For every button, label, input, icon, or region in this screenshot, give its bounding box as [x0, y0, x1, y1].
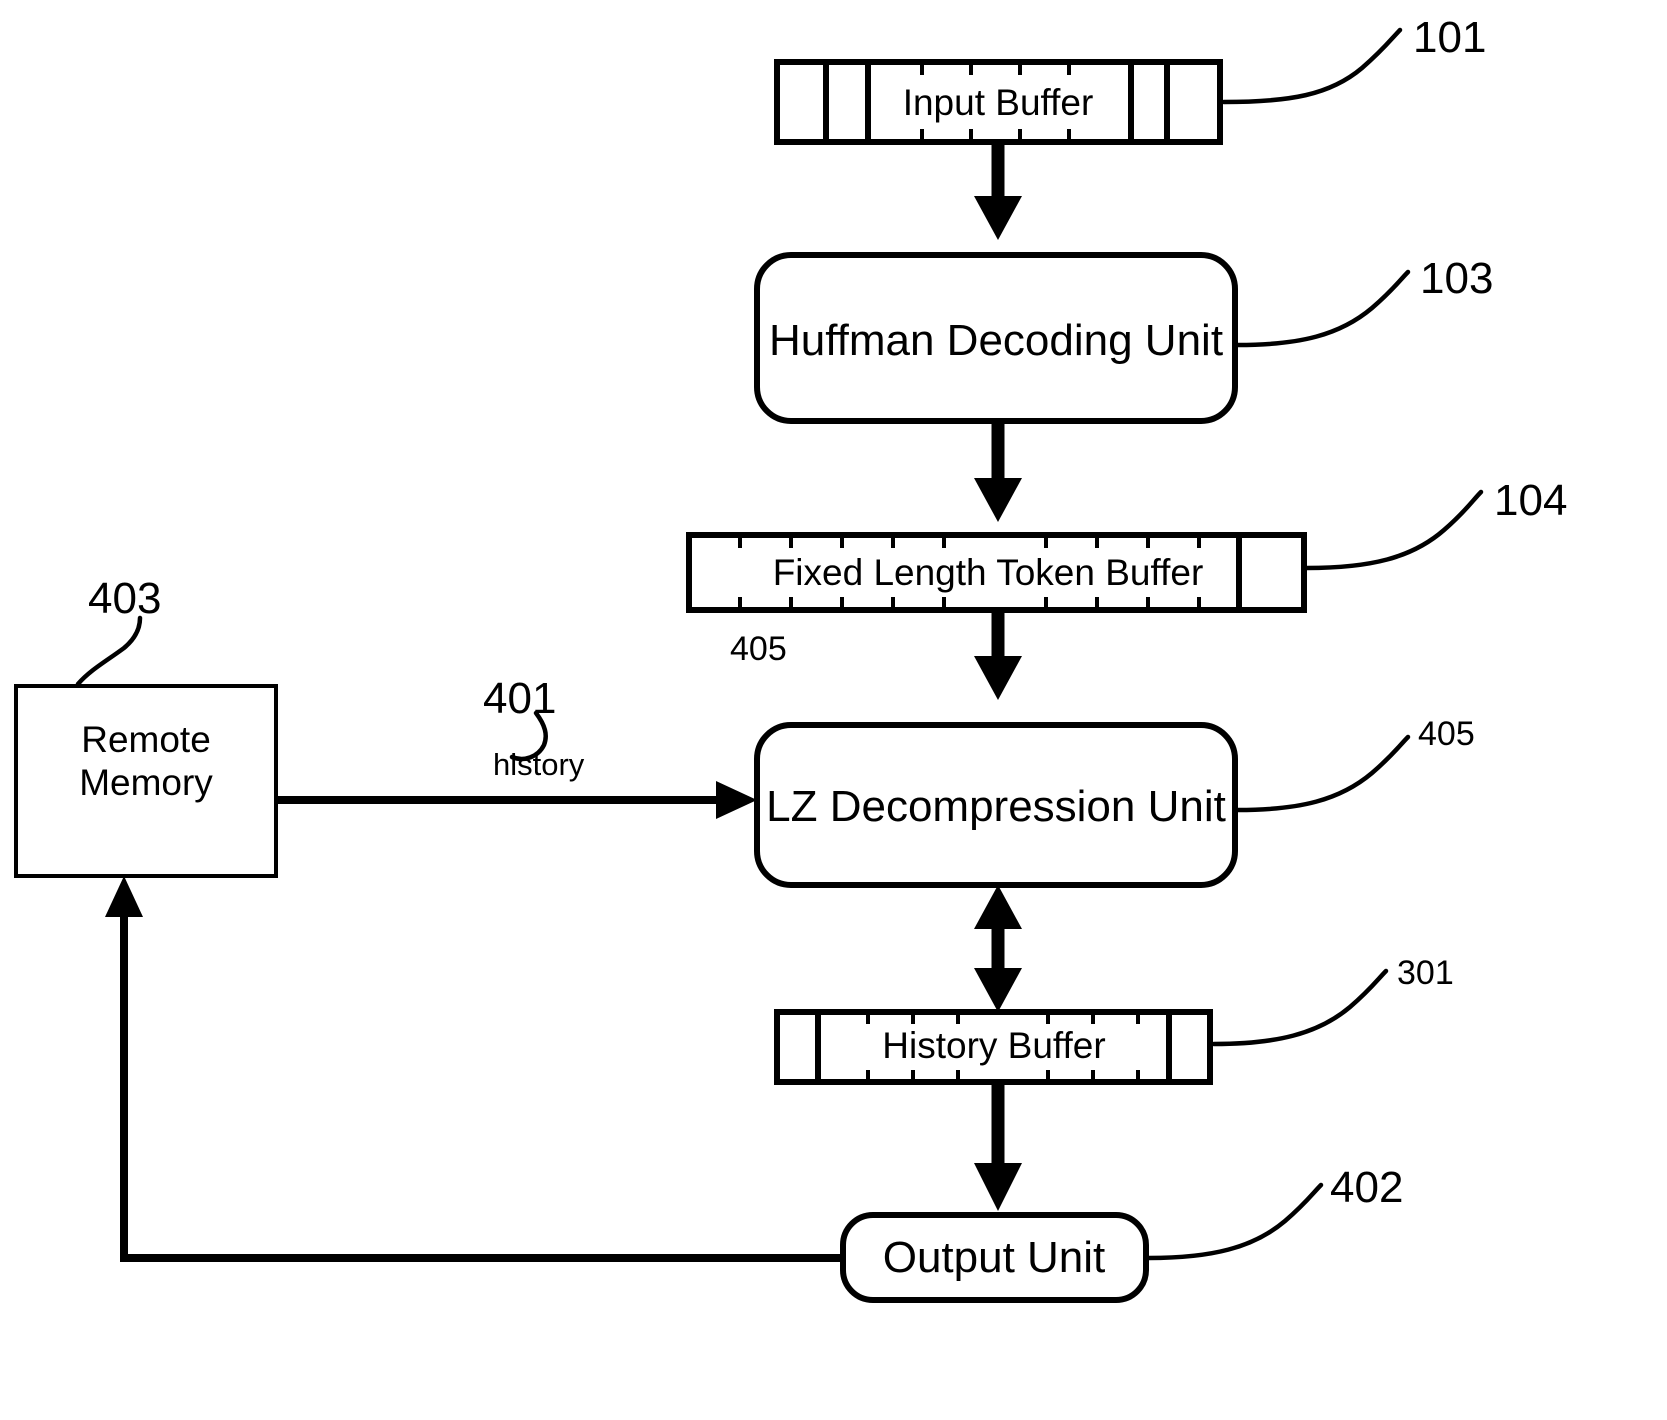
input-buffer-label: Input Buffer	[903, 82, 1094, 123]
patent-figure: Input Buffer 101 Huffman Decoding Unit 1…	[0, 0, 1667, 1420]
lead-line-405	[1235, 734, 1411, 813]
fixed-length-token-buffer-label: Fixed Length Token Buffer	[773, 552, 1204, 593]
arrow-huffman-to-token-buffer	[974, 421, 1022, 522]
arrow-history-to-lz	[276, 781, 757, 819]
arrow-input-to-huffman	[974, 142, 1022, 240]
ref-101: 101	[1413, 13, 1486, 62]
ref-104: 104	[1494, 476, 1567, 525]
ref-405-lz: 405	[1418, 715, 1475, 753]
lead-line-104	[1304, 489, 1484, 571]
history-buffer-label: History Buffer	[882, 1025, 1105, 1066]
ref-401: 401	[483, 674, 556, 723]
lead-line-101	[1221, 27, 1403, 105]
output-unit-label: Output Unit	[883, 1233, 1106, 1282]
remote-memory-label-line2: Memory	[79, 762, 213, 803]
ref-301: 301	[1397, 954, 1454, 992]
lead-line-402	[1146, 1182, 1324, 1261]
lz-decompression-unit-label: LZ Decompression Unit	[766, 782, 1226, 831]
remote-memory-label-line1: Remote	[81, 719, 211, 760]
huffman-decoding-unit-label: Huffman Decoding Unit	[769, 316, 1223, 365]
ref-403: 403	[88, 574, 161, 623]
arrow-lz-to-history-buffer	[974, 885, 1022, 1012]
arrow-output-to-remote-memory	[105, 876, 843, 1262]
ref-103: 103	[1420, 254, 1493, 303]
lead-line-301	[1211, 968, 1389, 1047]
ref-405-token-buffer: 405	[730, 630, 787, 668]
history-annotation: history	[493, 747, 585, 782]
ref-402: 402	[1330, 1163, 1403, 1212]
arrow-history-buffer-to-output	[974, 1082, 1022, 1211]
arrow-token-buffer-to-lz	[974, 610, 1022, 700]
lead-line-403	[75, 615, 143, 687]
lead-line-103	[1235, 269, 1411, 348]
